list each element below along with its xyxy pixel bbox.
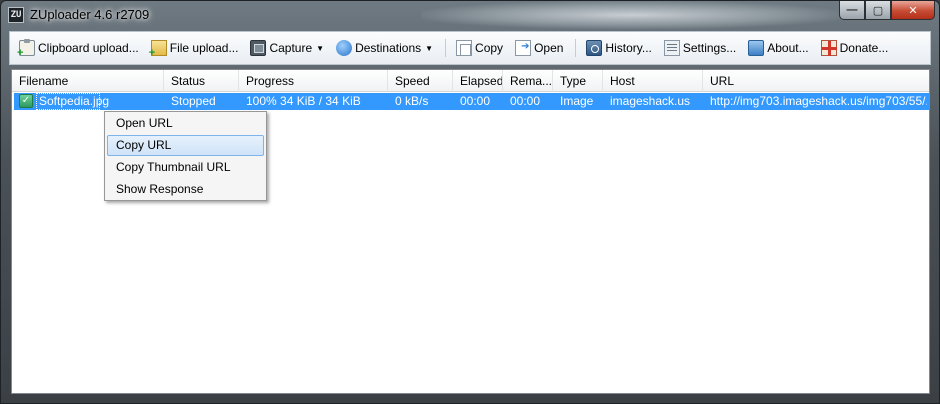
column-header-remaining[interactable]: Rema... bbox=[503, 70, 553, 92]
menu-item-copy-url[interactable]: Copy URL bbox=[107, 135, 264, 156]
capture-dropdown-button[interactable]: Capture ▼ bbox=[245, 36, 329, 60]
file-upload-label: File upload... bbox=[169, 41, 239, 55]
toolbar-separator bbox=[575, 39, 577, 57]
camera-icon bbox=[250, 40, 267, 56]
cell-progress: 100% 34 KiB / 34 KiB bbox=[246, 94, 361, 108]
history-icon bbox=[586, 40, 603, 56]
title-bar[interactable]: ZU ZUploader 4.6 r2709 — ▢ ✕ bbox=[1, 1, 939, 29]
folder-icon bbox=[149, 40, 167, 59]
about-button[interactable]: About... bbox=[743, 36, 813, 60]
column-header-type[interactable]: Type bbox=[553, 70, 603, 92]
cell-status: Stopped bbox=[171, 94, 216, 108]
column-header-progress[interactable]: Progress bbox=[239, 70, 388, 92]
window-title: ZUploader 4.6 r2709 bbox=[30, 7, 150, 22]
column-header-filename[interactable]: Filename bbox=[12, 70, 164, 92]
capture-label: Capture bbox=[269, 41, 313, 55]
globe-icon bbox=[336, 40, 353, 56]
app-icon[interactable]: ZU bbox=[8, 7, 24, 23]
menu-item-show-response[interactable]: Show Response bbox=[107, 179, 264, 200]
about-label: About... bbox=[767, 41, 809, 55]
menu-item-open-url[interactable]: Open URL bbox=[107, 113, 264, 134]
donate-label: Donate... bbox=[839, 41, 889, 55]
caption-buttons: — ▢ ✕ bbox=[839, 1, 935, 21]
minimize-button[interactable]: — bbox=[839, 1, 865, 20]
column-header-host[interactable]: Host bbox=[603, 70, 703, 92]
list-header: Filename Status Progress Speed Elapsed R… bbox=[12, 70, 929, 92]
column-header-url[interactable]: URL bbox=[703, 70, 929, 92]
clipboard-icon bbox=[17, 39, 35, 59]
chevron-down-icon: ▼ bbox=[316, 43, 325, 53]
destinations-label: Destinations bbox=[355, 41, 422, 55]
copy-button[interactable]: Copy bbox=[451, 36, 508, 60]
gift-icon bbox=[820, 40, 837, 56]
table-row[interactable]: ✓ Softpedia.jpg Stopped 100% 34 KiB / 34… bbox=[14, 93, 929, 110]
settings-icon bbox=[663, 40, 680, 56]
menu-item-copy-thumbnail-url[interactable]: Copy Thumbnail URL bbox=[107, 157, 264, 178]
cell-remaining: 00:00 bbox=[510, 94, 541, 108]
history-button[interactable]: History... bbox=[581, 36, 656, 60]
donate-button[interactable]: Donate... bbox=[816, 36, 894, 60]
file-upload-button[interactable]: File upload... bbox=[146, 36, 244, 60]
clipboard-upload-button[interactable]: Clipboard upload... bbox=[14, 36, 144, 60]
info-icon bbox=[748, 40, 765, 56]
settings-label: Settings... bbox=[682, 41, 737, 55]
close-button[interactable]: ✕ bbox=[891, 1, 935, 20]
open-label: Open bbox=[534, 41, 564, 55]
cell-host: imageshack.us bbox=[610, 94, 691, 108]
cell-type: Image bbox=[560, 94, 594, 108]
cell-filename: Softpedia.jpg bbox=[39, 94, 110, 108]
check-icon: ✓ bbox=[19, 94, 33, 108]
cell-url: http://img703.imageshack.us/img703/55/..… bbox=[710, 94, 927, 108]
toolbar-separator bbox=[445, 39, 447, 57]
maximize-button[interactable]: ▢ bbox=[865, 1, 891, 20]
open-icon bbox=[515, 40, 532, 56]
settings-button[interactable]: Settings... bbox=[659, 36, 741, 60]
open-button[interactable]: Open bbox=[510, 36, 568, 60]
cell-speed: 0 kB/s bbox=[395, 94, 429, 108]
app-window: ZU ZUploader 4.6 r2709 — ▢ ✕ Clipboard u… bbox=[0, 0, 940, 404]
history-label: History... bbox=[605, 41, 652, 55]
copy-icon bbox=[456, 40, 473, 56]
column-header-speed[interactable]: Speed bbox=[388, 70, 453, 92]
clipboard-upload-label: Clipboard upload... bbox=[38, 41, 139, 55]
column-header-status[interactable]: Status bbox=[164, 70, 239, 92]
chevron-down-icon: ▼ bbox=[425, 43, 434, 53]
cell-elapsed: 00:00 bbox=[460, 94, 491, 108]
column-header-elapsed[interactable]: Elapsed bbox=[453, 70, 503, 92]
copy-label: Copy bbox=[475, 41, 504, 55]
toolbar: Clipboard upload... File upload... Captu… bbox=[9, 31, 931, 65]
context-menu: Open URL Copy URL Copy Thumbnail URL Sho… bbox=[104, 111, 267, 201]
destinations-dropdown-button[interactable]: Destinations ▼ bbox=[331, 36, 438, 60]
